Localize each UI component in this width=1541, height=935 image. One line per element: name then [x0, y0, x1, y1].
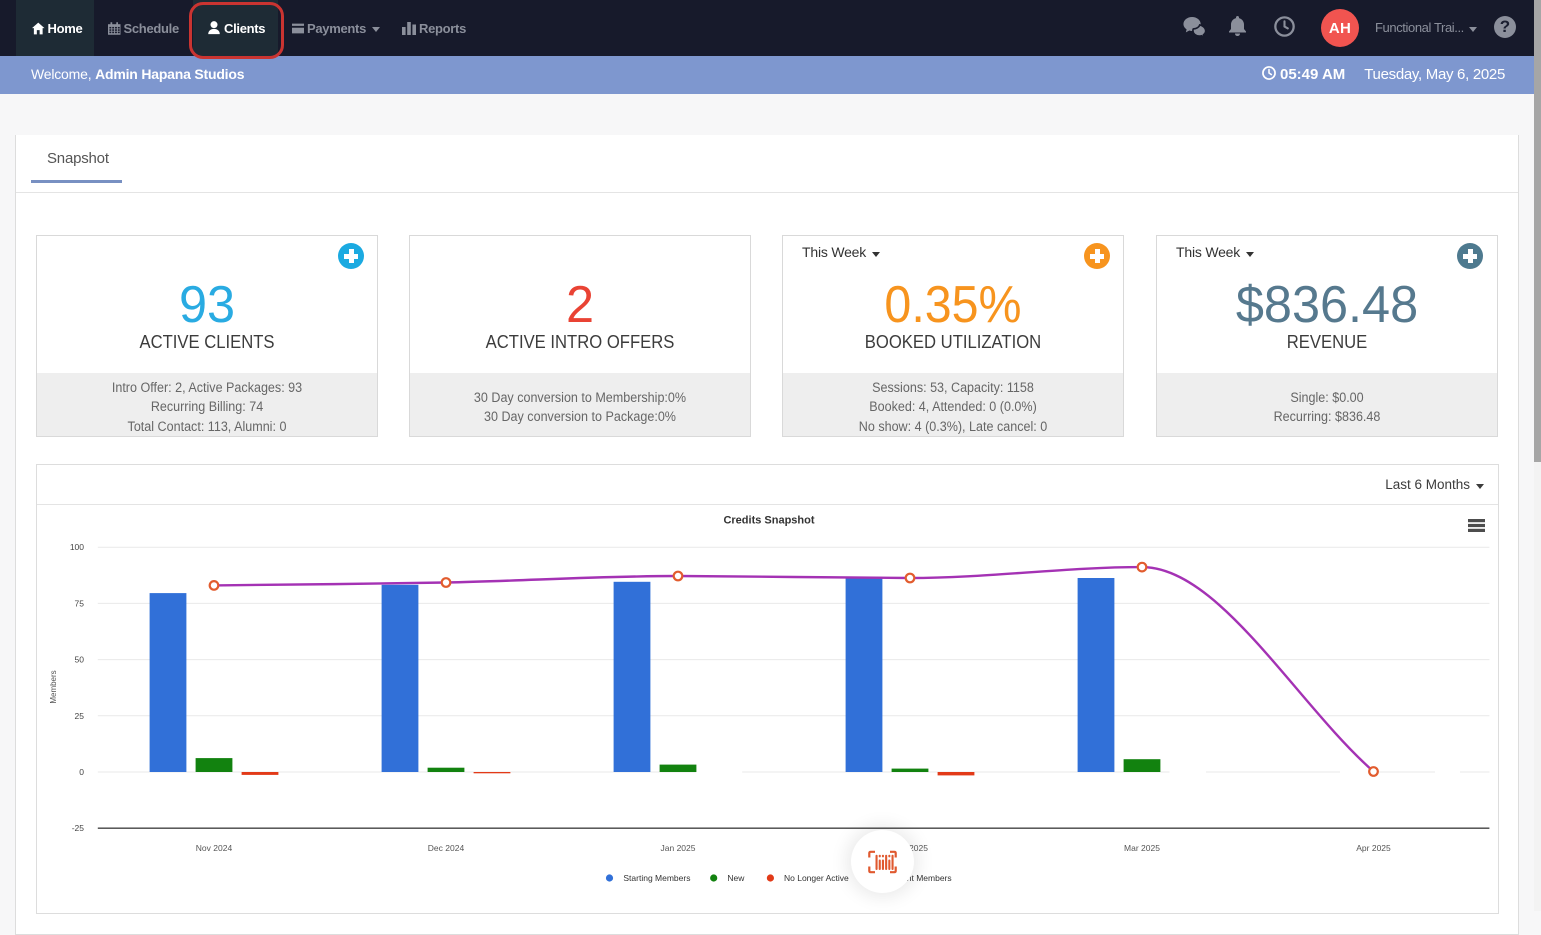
svg-text:Members: Members [49, 670, 58, 703]
svg-text:Apr 2025: Apr 2025 [1356, 843, 1391, 853]
svg-text:Jan 2025: Jan 2025 [661, 843, 696, 853]
svg-text:Dec 2024: Dec 2024 [428, 843, 465, 853]
svg-text:25: 25 [75, 711, 85, 721]
svg-text:0: 0 [79, 767, 84, 777]
svg-text:100: 100 [70, 542, 84, 552]
svg-text:New: New [727, 873, 745, 883]
svg-text:Starting Members: Starting Members [623, 873, 690, 883]
svg-text:No Longer Active: No Longer Active [784, 873, 849, 883]
svg-text:50: 50 [75, 655, 85, 665]
svg-text:Nov 2024: Nov 2024 [196, 843, 233, 853]
svg-text:75: 75 [75, 598, 85, 608]
svg-text:Credits Snapshot: Credits Snapshot [723, 515, 814, 527]
svg-text:-25: -25 [72, 823, 85, 833]
svg-text:Mar 2025: Mar 2025 [1124, 843, 1160, 853]
